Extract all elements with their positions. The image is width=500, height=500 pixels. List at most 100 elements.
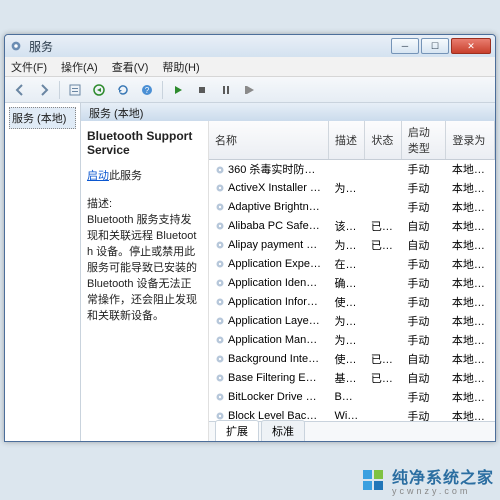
right-pane: 服务 (本地) Bluetooth Support Service 启动此服务 … (81, 103, 495, 441)
cell-name: Adaptive Brightn… (209, 198, 328, 217)
cell-name: Application Man… (209, 331, 328, 350)
service-list[interactable]: 名称 描述 状态 启动类型 登录为 360 杀毒实时防护…手动本地系统Activ… (209, 121, 495, 421)
cell-startup: 手动 (401, 255, 446, 274)
cell-logon: 本地系统 (446, 179, 495, 198)
watermark-main: 纯净系统之家 (392, 464, 494, 488)
cell-startup: 手动 (401, 160, 446, 179)
close-button[interactable]: ✕ (451, 38, 491, 54)
selected-service-name: Bluetooth Support Service (87, 129, 202, 157)
description-panel: Bluetooth Support Service 启动此服务 描述: Blue… (81, 121, 209, 441)
back-button[interactable] (11, 81, 29, 99)
cell-status: 已启动 (365, 217, 401, 236)
watermark-text: 纯净系统之家 ycwnzy.com (392, 464, 494, 496)
window-buttons: ─ ☐ ✕ (391, 38, 491, 54)
table-row[interactable]: 360 杀毒实时防护…手动本地系统 (209, 160, 495, 179)
description-label: 描述: (87, 197, 202, 213)
cell-logon: 本地系统 (446, 160, 495, 179)
help-button[interactable]: ? (138, 81, 156, 99)
table-row[interactable]: BitLocker Drive …BDE…手动本地系统 (209, 388, 495, 407)
table-row[interactable]: Application Laye…为 In…手动本地系统 (209, 312, 495, 331)
maximize-button[interactable]: ☐ (421, 38, 449, 54)
cell-startup: 手动 (401, 312, 446, 331)
titlebar[interactable]: 服务 ─ ☐ ✕ (5, 35, 495, 57)
pane-header: 服务 (本地) (81, 103, 495, 121)
cell-desc: 为支… (328, 236, 364, 255)
col-logon[interactable]: 登录为 (446, 121, 495, 160)
cell-status (365, 312, 401, 331)
cell-name: Background Inte… (209, 350, 328, 369)
table-row[interactable]: Background Inte…使用…已启动自动本地系统 (209, 350, 495, 369)
menu-view[interactable]: 查看(V) (112, 59, 149, 75)
table-row[interactable]: Application Infor…使用…手动本地系统 (209, 293, 495, 312)
cell-name: Application Expe… (209, 255, 328, 274)
svg-text:?: ? (145, 86, 150, 95)
cell-status (365, 293, 401, 312)
tree-pane: 服务 (本地) (5, 103, 81, 441)
service-icon (215, 183, 225, 193)
tab-extended[interactable]: 扩展 (215, 420, 259, 441)
cell-desc: 使用… (328, 350, 364, 369)
table-row[interactable]: ActiveX Installer …为从…手动本地系统 (209, 179, 495, 198)
refresh-button[interactable] (114, 81, 132, 99)
col-startup[interactable]: 启动类型 (401, 121, 446, 160)
pause-service-button[interactable] (217, 81, 235, 99)
table-row[interactable]: Application Iden…确定…手动本地系统 (209, 274, 495, 293)
menu-help[interactable]: 帮助(H) (162, 59, 199, 75)
cell-status (365, 274, 401, 293)
cell-name: Application Laye… (209, 312, 328, 331)
start-service-button[interactable] (169, 81, 187, 99)
col-status[interactable]: 状态 (365, 121, 401, 160)
cell-startup: 自动 (401, 217, 446, 236)
restart-service-button[interactable] (241, 81, 259, 99)
cell-startup: 手动 (401, 198, 446, 217)
table-row[interactable]: Base Filtering En…基本…已启动自动本地系统 (209, 369, 495, 388)
cell-name: BitLocker Drive … (209, 388, 328, 407)
cell-logon: 本地系统 (446, 293, 495, 312)
cell-logon: 本地系统 (446, 350, 495, 369)
service-icon (215, 392, 225, 402)
tab-standard[interactable]: 标准 (261, 420, 305, 441)
cell-status (365, 198, 401, 217)
description-text: Bluetooth 服务支持发现和关联远程 Bluetooth 设备。停止或禁用… (87, 213, 202, 325)
cell-status: 已启动 (365, 236, 401, 255)
toolbar: ? (5, 77, 495, 103)
cell-startup: 手动 (401, 274, 446, 293)
content-area: Bluetooth Support Service 启动此服务 描述: Blue… (81, 121, 495, 441)
service-icon (215, 240, 225, 250)
list-panel: 名称 描述 状态 启动类型 登录为 360 杀毒实时防护…手动本地系统Activ… (209, 121, 495, 441)
service-icon (215, 316, 225, 326)
table-row[interactable]: Application Expe…在应…手动本地系统 (209, 255, 495, 274)
cell-status (365, 388, 401, 407)
cell-status (365, 160, 401, 179)
service-icon (215, 259, 225, 269)
cell-desc: 确定… (328, 274, 364, 293)
tree-root-item[interactable]: 服务 (本地) (9, 107, 76, 129)
minimize-button[interactable]: ─ (391, 38, 419, 54)
service-icon (215, 221, 225, 231)
cell-status (365, 255, 401, 274)
cell-logon: 本地系统 (446, 312, 495, 331)
forward-button[interactable] (35, 81, 53, 99)
col-name[interactable]: 名称 (209, 121, 328, 160)
service-icon (215, 373, 225, 383)
export-button[interactable] (90, 81, 108, 99)
cell-desc: 为通… (328, 331, 364, 350)
table-row[interactable]: Block Level Back…Win…手动本地系统 (209, 407, 495, 422)
table-row[interactable]: Application Man…为通…手动本地系统 (209, 331, 495, 350)
properties-button[interactable] (66, 81, 84, 99)
stop-service-button[interactable] (193, 81, 211, 99)
table-row[interactable]: Alibaba PC Safe …该服…已启动自动本地系统 (209, 217, 495, 236)
window-title: 服务 (29, 38, 391, 55)
table-row[interactable]: Adaptive Brightn…手动本地系统 (209, 198, 495, 217)
col-desc[interactable]: 描述 (328, 121, 364, 160)
cell-startup: 手动 (401, 331, 446, 350)
start-link[interactable]: 启动 (87, 170, 109, 182)
watermark: 纯净系统之家 ycwnzy.com (362, 464, 494, 496)
cell-startup: 自动 (401, 369, 446, 388)
table-row[interactable]: Alipay payment …为支…已启动自动本地系统 (209, 236, 495, 255)
service-actions: 启动此服务 (87, 167, 202, 183)
menu-action[interactable]: 操作(A) (61, 59, 98, 75)
cell-desc: BDE… (328, 388, 364, 407)
cell-startup: 手动 (401, 179, 446, 198)
menu-file[interactable]: 文件(F) (11, 59, 47, 75)
